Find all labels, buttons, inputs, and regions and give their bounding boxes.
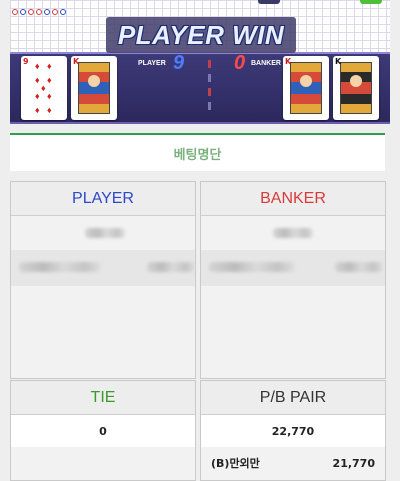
bead-banker [36,9,42,15]
bet-amount: 21,770 [332,456,375,470]
diamond-icon: ♦ [47,105,52,115]
bettor-name: (B)만외만 [211,457,260,470]
bead-banker [28,9,34,15]
banker-bet-panel: BANKER [200,181,386,379]
diamond-icon: ♦ [35,105,40,115]
betting-list-tab[interactable]: 베팅명단 [10,133,385,171]
bead-player [44,9,50,15]
list-item: (B)만외만 21,770 [201,447,385,479]
panel-title: P/B PAIR [201,381,385,415]
redacted-amount [335,262,383,272]
bead-player [60,9,66,15]
bead-player [20,9,26,15]
result-text: PLAYER WIN [117,19,285,50]
table-markers [186,56,236,116]
pair-total: 22,770 [201,415,385,447]
panel-title: PLAYER [11,182,195,216]
diamond-icon: ♦ [35,61,40,71]
player-score: 9 [173,52,185,74]
player-card-1: 9 ♦ ♦ ♦ ♦ ♦ ♦ ♦ ♦ ♦ [21,56,67,120]
card-rank: K [73,57,80,66]
diamond-icon: ♦ [47,75,52,85]
king-face [290,62,322,114]
king-face [78,62,110,114]
redacted-total [273,228,313,238]
pair-total-value: 22,770 [271,424,315,438]
tab-label: 베팅명단 [173,147,222,163]
diamond-icon: ♦ [41,83,46,93]
redacted-name [19,262,101,272]
banker-card-2: K [333,56,379,120]
result-banner: PLAYER WIN [106,17,296,53]
redacted-total [85,228,125,238]
banker-card-1: K [283,56,329,120]
redacted-amount [147,262,195,272]
king-face [340,62,372,114]
diamond-icon: ♦ [35,91,40,101]
bead-banker [52,9,58,15]
road-toggle[interactable] [360,0,382,4]
card-rank: K [335,57,342,66]
diamond-icon: ♦ [35,75,40,85]
redacted-name [209,262,295,272]
bead-banker [12,9,18,15]
card-rank: 9 [23,57,29,66]
road-tab[interactable] [258,0,280,4]
tie-total-value: 0 [99,424,107,438]
pair-bet-panel: P/B PAIR 22,770 (B)만외만 21,770 [200,380,386,481]
banker-label: BANKER [251,60,281,67]
player-label: PLAYER [138,60,166,67]
game-view: 9 ♦ ♦ ♦ ♦ ♦ ♦ ♦ ♦ ♦ K PLAYER 9 0 BANKER … [10,0,390,124]
diamond-icon: ♦ [47,91,52,101]
player-card-2: K [71,56,117,120]
tie-total: 0 [11,415,195,447]
banker-score: 0 [234,52,246,74]
panel-title: TIE [11,381,195,415]
tie-bet-panel: TIE 0 [10,380,196,481]
diamond-icon: ♦ [47,61,52,71]
card-rank: K [285,57,292,66]
panel-title: BANKER [201,182,385,216]
bead-row [12,9,72,19]
player-bet-panel: PLAYER [10,181,196,379]
